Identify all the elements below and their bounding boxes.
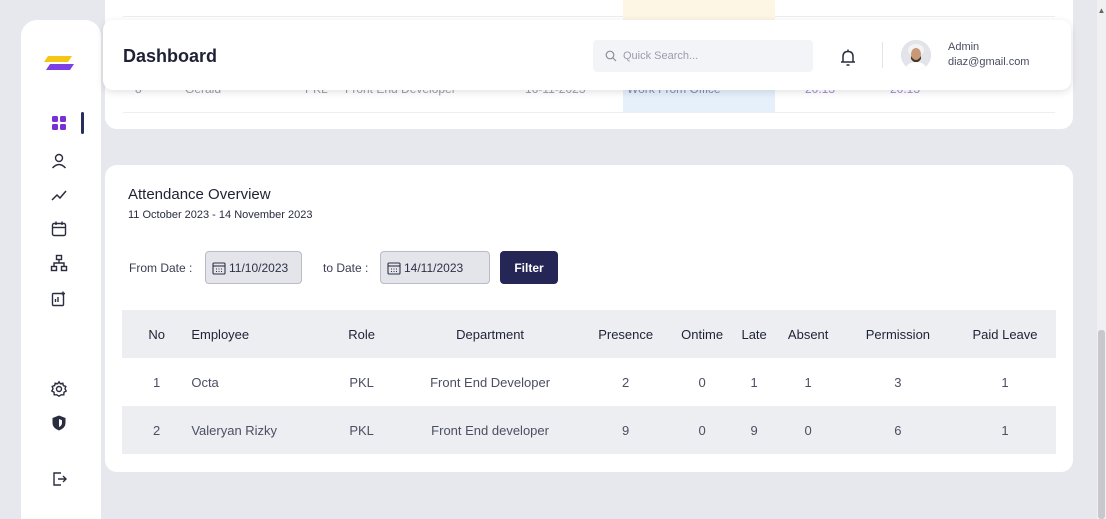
cell-late: 9 <box>750 422 758 438</box>
attendance-table: No Employee Role Department Presence Ont… <box>122 310 1056 454</box>
calendar-icon <box>387 261 401 275</box>
gear-icon[interactable] <box>48 378 70 400</box>
cell-no: 1 <box>153 374 161 390</box>
cell-employee: Valeryan Rizky <box>191 422 278 438</box>
to-date-value: 14/11/2023 <box>404 260 464 275</box>
cell-paid-leave: 1 <box>1001 374 1009 390</box>
date-range-text: 11 October 2023 - 14 November 2023 <box>128 209 313 221</box>
dashboard-grid-icon[interactable] <box>48 112 70 134</box>
search-box[interactable] <box>593 40 813 72</box>
shield-icon[interactable] <box>48 412 70 434</box>
cell-absent: 1 <box>804 374 812 390</box>
cell-presence: 2 <box>622 374 630 390</box>
top-header: Dashboard Admin diaz@gmail.com <box>103 20 1071 90</box>
cell-department: Front End Developer <box>430 374 551 390</box>
to-date-label: to Date : <box>323 261 369 275</box>
table-row[interactable]: 2 Valeryan Rizky PKL Front End developer… <box>122 406 1056 454</box>
logo-icon <box>44 56 74 70</box>
cell-ontime: 0 <box>698 374 706 390</box>
search-icon <box>605 50 617 62</box>
scroll-up-arrow-icon[interactable]: ▲ <box>1097 6 1106 15</box>
from-date-label: From Date : <box>129 261 193 275</box>
column-header-ontime[interactable]: Ontime <box>671 310 734 358</box>
user-icon[interactable] <box>48 150 70 172</box>
column-header-paid-leave[interactable]: Paid Leave <box>954 310 1056 358</box>
column-header-late[interactable]: Late <box>734 310 775 358</box>
table-row[interactable]: 1 Octa PKL Front End Developer 2 0 1 1 3… <box>122 358 1056 406</box>
cell-permission: 3 <box>894 374 902 390</box>
sidebar <box>21 20 101 519</box>
column-header-presence[interactable]: Presence <box>581 310 671 358</box>
user-email: diaz@gmail.com <box>948 56 1030 68</box>
user-name: Admin <box>948 41 980 53</box>
cell-no: 2 <box>153 422 161 438</box>
cell-role: PKL <box>349 422 374 438</box>
calendar-icon[interactable] <box>48 218 70 240</box>
chart-line-icon[interactable] <box>48 184 70 206</box>
column-header-no[interactable]: No <box>122 310 191 358</box>
column-header-employee[interactable]: Employee <box>191 310 324 358</box>
report-add-icon[interactable] <box>48 288 70 310</box>
card-title: Attendance Overview <box>128 186 271 203</box>
column-header-role[interactable]: Role <box>324 310 399 358</box>
scrollbar-thumb[interactable] <box>1098 330 1105 519</box>
cell-role: PKL <box>349 374 374 390</box>
calendar-icon <box>212 261 226 275</box>
column-header-department[interactable]: Department <box>399 310 580 358</box>
logout-icon[interactable] <box>48 468 70 490</box>
cell-paid-leave: 1 <box>1001 422 1009 438</box>
search-input[interactable] <box>623 50 803 62</box>
from-date-input[interactable]: 11/10/2023 <box>205 251 302 284</box>
header-divider <box>882 42 883 68</box>
cell-employee: Octa <box>191 374 219 390</box>
cell-late: 1 <box>750 374 758 390</box>
organization-icon[interactable] <box>48 252 70 274</box>
cell-ontime: 0 <box>698 422 706 438</box>
bell-icon[interactable] <box>839 48 857 68</box>
page-title: Dashboard <box>123 46 218 66</box>
table-header-row: No Employee Role Department Presence Ont… <box>122 310 1056 358</box>
column-header-permission[interactable]: Permission <box>842 310 954 358</box>
cell-presence: 9 <box>622 422 630 438</box>
active-nav-indicator <box>81 112 84 134</box>
to-date-input[interactable]: 14/11/2023 <box>380 251 490 284</box>
from-date-value: 11/10/2023 <box>229 260 289 275</box>
cell-absent: 0 <box>804 422 812 438</box>
column-header-absent[interactable]: Absent <box>775 310 842 358</box>
cell-permission: 6 <box>894 422 902 438</box>
cell-department: Front End developer <box>431 422 549 438</box>
filter-button[interactable]: Filter <box>500 251 558 284</box>
attendance-overview-card: Attendance Overview 11 October 2023 - 14… <box>105 165 1073 472</box>
avatar[interactable] <box>901 40 931 70</box>
